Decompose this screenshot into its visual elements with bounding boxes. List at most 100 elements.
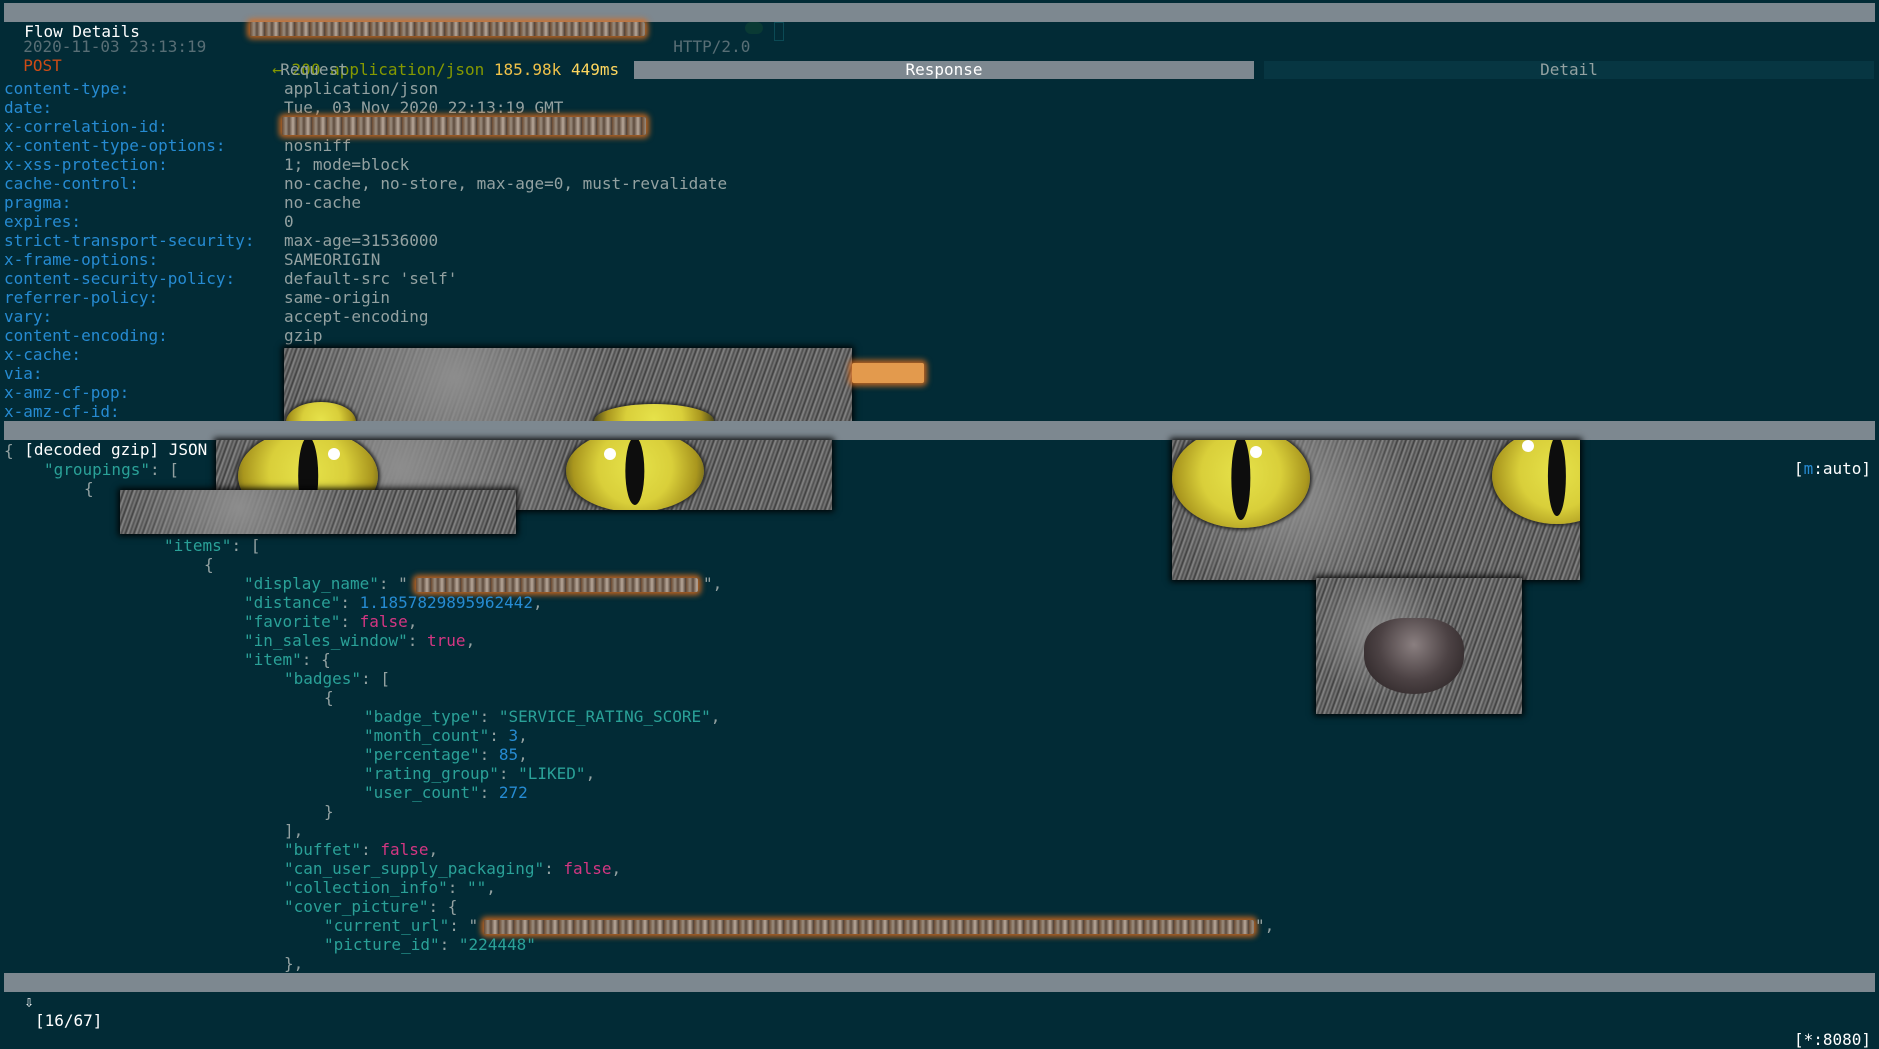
header-row: x-content-type-options: nosniff <box>4 136 351 155</box>
json-key: "distance" <box>244 593 341 612</box>
json-bool: false <box>359 612 408 631</box>
listen-address: [*:8080] <box>1793 1030 1871 1049</box>
json-key: "display_name" <box>244 574 379 593</box>
json-string: "" <box>467 878 487 897</box>
json-key: "groupings" <box>44 460 150 479</box>
json-punct: : " <box>378 574 408 593</box>
view-mode-marker: m <box>1803 459 1814 478</box>
protocol-indicator <box>745 22 763 34</box>
header-key: vary: <box>4 307 53 326</box>
json-key: "item" <box>244 650 302 669</box>
header-key: referrer-policy: <box>4 288 159 307</box>
json-line: "badges": [ <box>284 669 390 688</box>
body-view-label: [decoded gzip] JSON <box>24 440 208 459</box>
flow-protocol: HTTP/2.0 <box>673 37 751 56</box>
cat-pupil <box>1547 440 1567 517</box>
json-line: "can_user_supply_packaging": false, <box>284 859 622 878</box>
json-line: "in_sales_window": true, <box>244 631 476 650</box>
json-string: "224448" <box>458 935 536 954</box>
flow-details-title-bar: Flow Details <box>4 3 1875 41</box>
json-punct: ", <box>1255 916 1275 935</box>
tab-detail[interactable]: Detail <box>1264 61 1874 79</box>
header-value: max-age=31536000 <box>284 231 439 250</box>
cat-nose <box>1364 618 1464 694</box>
header-key: content-security-policy: <box>4 269 236 288</box>
header-row: x-correlation-id: <box>4 117 168 136</box>
json-punct: : { <box>428 897 458 916</box>
tab-request[interactable]: Request <box>4 61 624 79</box>
header-value: default-src 'self' <box>284 269 458 288</box>
cat-image-top <box>284 348 852 422</box>
json-string: "LIKED" <box>518 764 586 783</box>
json-line: ", <box>703 574 722 593</box>
flow-protocol-wrap: HTTP/2.0 <box>654 18 750 56</box>
json-line: "user_count": 272 <box>364 783 528 802</box>
header-row: content-type: application/json <box>4 79 438 98</box>
json-key: "percentage" <box>364 745 480 764</box>
json-line: "items": [ <box>164 536 260 555</box>
header-row: vary: accept-encoding <box>4 307 429 326</box>
json-key: "cover_picture" <box>284 897 429 916</box>
header-value: same-origin <box>284 288 390 307</box>
json-punct: }, <box>284 954 304 973</box>
json-string: "SERVICE_RATING_SCORE" <box>498 707 711 726</box>
json-number: 3 <box>508 726 519 745</box>
header-key: x-cache: <box>4 345 82 364</box>
json-line: "current_url": " <box>324 916 478 935</box>
json-bool: true <box>427 631 466 650</box>
cat-eye-right-partial <box>594 404 714 422</box>
header-row: cache-control: no-cache, no-store, max-ag… <box>4 174 727 193</box>
view-mode-indicator[interactable]: [m:auto] <box>1794 459 1871 478</box>
cat-eye-glint <box>328 448 340 460</box>
header-value: gzip <box>284 326 323 345</box>
json-key: "badge_type" <box>364 707 480 726</box>
cat-eye-right <box>566 440 704 510</box>
json-line: { <box>4 441 14 460</box>
json-line: "display_name": " <box>244 574 408 593</box>
json-line: }, <box>284 954 303 973</box>
header-key: x-content-type-options: <box>4 136 226 155</box>
json-punct: : " <box>449 916 479 935</box>
header-key: x-xss-protection: <box>4 155 168 174</box>
cat-eye-glint <box>604 448 616 460</box>
json-line: { <box>204 555 214 574</box>
header-row: x-cache: <box>4 345 81 364</box>
flow-timestamp: 2020-11-03 23:13:19 <box>23 37 207 56</box>
cat-eye-right <box>1492 440 1580 524</box>
flow-request-line[interactable]: 2020-11-03 23:13:19 POST <box>4 18 206 75</box>
json-line: "rating_group": "LIKED", <box>364 764 596 783</box>
cat-image-right-top <box>1172 440 1580 580</box>
json-key: "user_count" <box>364 783 480 802</box>
json-line: ", <box>1255 916 1274 935</box>
header-value: 1; mode=block <box>284 155 410 174</box>
header-row: expires: 0 <box>4 212 294 231</box>
json-line: "picture_id": "224448" <box>324 935 536 954</box>
flow-response-line: ← 200 application/json 185.98k 449ms <box>253 41 619 79</box>
json-punct: : [ <box>361 669 390 688</box>
json-line: "groupings": [ <box>44 460 179 479</box>
header-key: strict-transport-security: <box>4 231 255 250</box>
json-key: "collection_info" <box>284 878 448 897</box>
json-key: "can_user_supply_packaging" <box>284 859 545 878</box>
json-punct: : [ <box>231 536 261 555</box>
header-value: Tue, 03 Nov 2020 22:13:19 GMT <box>284 98 564 117</box>
header-row: x-amz-cf-pop: <box>4 383 129 402</box>
json-punct: : [ <box>149 460 179 479</box>
json-number: 272 <box>498 783 528 802</box>
header-key: x-amz-cf-pop: <box>4 383 130 402</box>
json-key: "picture_id" <box>324 935 440 954</box>
cat-pupil <box>1231 440 1251 520</box>
json-key: "in_sales_window" <box>244 631 408 650</box>
header-value: no-cache <box>284 193 362 212</box>
header-key: x-amz-cf-id: <box>4 402 120 421</box>
cat-eye-left-partial <box>286 402 356 422</box>
json-line: } <box>324 802 334 821</box>
flow-position: [16/67] <box>35 1011 103 1030</box>
cat-image-lower-band <box>120 490 516 534</box>
tab-response[interactable]: Response <box>634 61 1254 79</box>
cat-pupil <box>625 440 645 506</box>
header-row: via: <box>4 364 43 383</box>
tab-request-label: Request <box>280 60 348 79</box>
json-number: 1.1857829895962442 <box>359 593 533 612</box>
redacted-url <box>250 22 645 36</box>
